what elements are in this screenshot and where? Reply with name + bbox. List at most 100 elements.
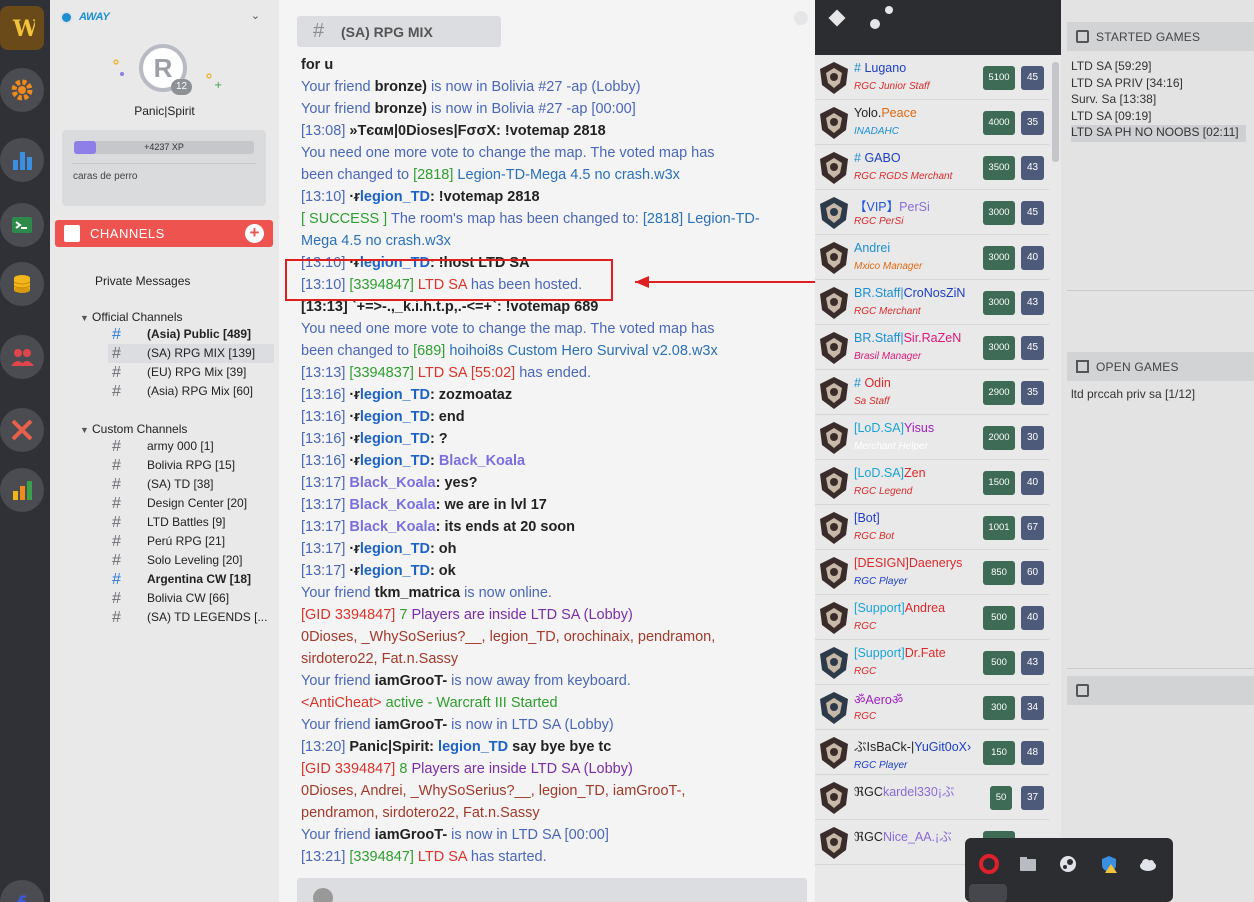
channel-item[interactable]: # LTD Battles [9]	[108, 513, 274, 532]
user-row[interactable]: Yolo.Peace INADAHC 4000 35	[815, 100, 1049, 145]
user-row[interactable]: # Odin Sa Staff 2900 35	[815, 370, 1049, 415]
message-fragment[interactable]: Black_Koala	[349, 497, 435, 513]
chat-message: been changed to [2818] Legion-TD-Mega 4.…	[301, 164, 781, 186]
steam-icon[interactable]	[1058, 854, 1078, 874]
message-fragment[interactable]: legion_TD	[360, 387, 430, 403]
chat-message: [13:16] ·ᵲlegion_TD: Black_Koala	[301, 450, 781, 472]
stats-icon[interactable]	[0, 138, 44, 182]
user-row[interactable]: [Support]Andrea RGC 500 40	[815, 595, 1049, 640]
hash-icon: #	[112, 457, 121, 474]
user-row[interactable]: BR.Staff|CroNosZiN RGC Merchant 3000 43	[815, 280, 1049, 325]
open-game-item[interactable]: ltd prccah priv sa [1/12]	[1071, 387, 1195, 401]
friends-icon[interactable]	[0, 335, 44, 379]
started-game-item[interactable]: LTD SA PH NO NOOBS [02:11]	[1071, 125, 1239, 139]
user-row[interactable]: [Support]Dr.Fate RGC 500 43	[815, 640, 1049, 685]
message-fragment[interactable]: Black_Koala	[349, 519, 435, 535]
channel-item[interactable]: # (Asia) RPG Mix [60]	[108, 382, 274, 401]
user-row[interactable]: Andrei Mxico Manager 3000 40	[815, 235, 1049, 280]
message-fragment[interactable]: legion_TD	[360, 563, 430, 579]
level-badge: 45	[1021, 336, 1044, 360]
battle-icon[interactable]	[0, 408, 44, 452]
message-fragment[interactable]: Black_Koala	[439, 453, 525, 469]
started-game-item[interactable]: Surv. Sa [13:38]	[1071, 92, 1156, 106]
console-icon[interactable]	[0, 203, 44, 247]
message-fragment[interactable]: legion_TD	[360, 431, 430, 447]
message-fragment[interactable]: legion_TD	[360, 189, 430, 205]
custom-channels-group[interactable]: ▼ Custom Channels	[80, 422, 187, 436]
user-name: ぶIsBaCk-|YuGit0oX›	[854, 736, 971, 755]
user-prefix: BR.Staff|	[854, 286, 904, 300]
channel-item[interactable]: # Design Center [20]	[108, 494, 274, 513]
user-row[interactable]: BR.Staff|Sir.RaZeN Brasil Manager 3000 45	[815, 325, 1049, 370]
channel-item[interactable]: # (SA) TD [38]	[108, 475, 274, 494]
level-badge: 35	[1021, 381, 1044, 405]
emoji-icon[interactable]	[313, 888, 333, 902]
message-fragment: is now in LTD SA (Lobby)	[447, 717, 614, 733]
tray-overflow-item[interactable]	[969, 884, 1007, 902]
coins-icon[interactable]	[0, 262, 44, 306]
official-channels-group[interactable]: ▼ Official Channels	[80, 310, 183, 324]
user-list-scrollbar[interactable]	[1052, 62, 1059, 162]
facebook-icon[interactable]: f	[0, 880, 44, 902]
folder-icon[interactable]	[1018, 854, 1038, 874]
user-row[interactable]: [DESIGN]Daenerys RGC Player 850 60	[815, 550, 1049, 595]
message-fragment[interactable]: legion_TD	[360, 409, 430, 425]
user-name: [Support]Dr.Fate	[854, 646, 946, 660]
system-tray-popup	[965, 838, 1173, 902]
level-badge: 34	[1021, 696, 1044, 720]
user-row[interactable]: ॐAeroॐ RGC 300 34	[815, 685, 1049, 730]
channel-item[interactable]: # Bolivia RPG [15]	[108, 456, 274, 475]
shield-warning-icon[interactable]	[1099, 854, 1119, 874]
user-rank: RGC Merchant	[854, 306, 921, 317]
message-fragment: [13:16]	[301, 409, 350, 425]
warcraft-icon[interactable]: W	[0, 6, 44, 50]
group-label: Official Channels	[92, 310, 183, 324]
channel-item[interactable]: # Bolivia CW [66]	[108, 589, 274, 608]
user-row[interactable]: [LoD.SA]Zen RGC Legend 1500 40	[815, 460, 1049, 505]
channel-item[interactable]: # (SA) TD LEGENDS [...	[108, 608, 274, 627]
channel-item[interactable]: # Perú RPG [21]	[108, 532, 274, 551]
message-fragment: : yes?	[435, 475, 478, 491]
started-game-item[interactable]: LTD SA [59:29]	[1071, 59, 1152, 73]
message-fragment: [GID 3394847]	[301, 761, 396, 777]
rank-emblem-icon	[820, 242, 848, 274]
level-badge: 45	[1021, 66, 1044, 90]
message-fragment[interactable]: legion_TD	[438, 739, 508, 755]
user-row[interactable]: ぶIsBaCk-|YuGit0oX› RGC Player 150 48	[815, 730, 1049, 775]
level-badge: 43	[1021, 156, 1044, 180]
channel-name: Design Center [20]	[147, 496, 248, 510]
message-fragment[interactable]: legion_TD	[360, 541, 430, 557]
message-fragment[interactable]: Black_Koala	[349, 475, 435, 491]
user-row[interactable]: 【VIP】PerSi RGC PerSi 3000 45	[815, 190, 1049, 235]
user-row[interactable]: # Lugano RGC Junior Staff 5100 45	[815, 55, 1049, 100]
level-badge: 35	[1021, 111, 1044, 135]
user-row[interactable]: [Bot] RGC Bot 1001 67	[815, 505, 1049, 550]
opera-icon[interactable]	[979, 854, 999, 874]
add-channel-button[interactable]: +	[245, 224, 264, 243]
user-row[interactable]: # GABO RGC RGDS Merchant 3500 43	[815, 145, 1049, 190]
user-row[interactable]: ℜGCkardel330¡ぶ 50 37	[815, 775, 1049, 820]
user-name: Andrei	[854, 241, 890, 255]
compose-header[interactable]	[1067, 676, 1254, 705]
ranking-icon[interactable]	[0, 468, 44, 512]
message-fragment[interactable]: legion_TD	[360, 453, 430, 469]
settings-gear-icon[interactable]	[0, 68, 44, 112]
channel-item[interactable]: # (SA) RPG MIX [139]	[108, 344, 274, 363]
message-fragment: say bye bye tc	[508, 739, 612, 755]
channel-item[interactable]: # (EU) RPG Mix [39]	[108, 363, 274, 382]
message-fragment: Your friend	[301, 79, 375, 95]
channel-item[interactable]: # (Asia) Public [489]	[108, 325, 274, 344]
user-prefix: Yolo.	[854, 106, 882, 120]
started-game-item[interactable]: LTD SA [09:19]	[1071, 109, 1152, 123]
status-dropdown[interactable]: AWAY ⌄	[60, 8, 260, 26]
started-game-item[interactable]: LTD SA PRIV [34:16]	[1071, 76, 1183, 90]
private-messages-link[interactable]: Private Messages	[95, 274, 190, 288]
user-name: [LoD.SA]Zen	[854, 466, 926, 480]
channel-item[interactable]: # Argentina CW [18]	[108, 570, 274, 589]
channel-item[interactable]: # army 000 [1]	[108, 437, 274, 456]
message-input[interactable]	[297, 878, 807, 902]
cloud-icon[interactable]	[1138, 854, 1158, 874]
message-fragment: Mega 4.5 no crash.w3x	[301, 233, 451, 249]
channel-item[interactable]: # Solo Leveling [20]	[108, 551, 274, 570]
user-row[interactable]: [LoD.SA]Yisus Merchant Helper 2000 30	[815, 415, 1049, 460]
